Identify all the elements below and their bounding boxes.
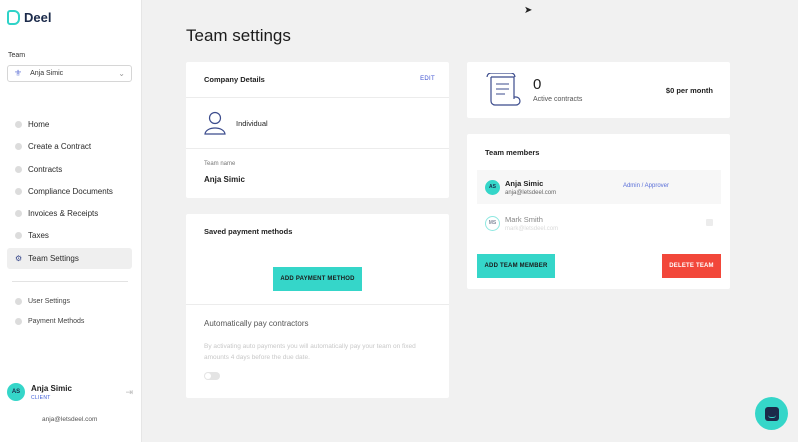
add-team-member-button[interactable]: ADD TEAM MEMBER: [477, 254, 555, 278]
edit-link[interactable]: EDIT: [420, 76, 435, 82]
sidebar-item-label: User Settings: [28, 298, 71, 305]
user-name: Anja Simic: [31, 383, 72, 393]
sidebar-divider: [12, 281, 128, 282]
active-contracts-card: 0 Active contracts $0 per month: [467, 62, 730, 118]
company-details-card: Company Details EDIT Individual Team nam…: [186, 62, 449, 198]
auto-pay-label: Automatically pay contractors: [204, 319, 309, 328]
member-role[interactable]: Admin / Approver: [623, 183, 669, 189]
sidebar-item-user-settings[interactable]: User Settings: [7, 292, 132, 311]
team-flag-icon: ⚜: [14, 68, 23, 78]
delete-team-button[interactable]: DELETE TEAM: [662, 254, 721, 278]
sidebar-item-label: Team Settings: [28, 253, 79, 263]
page-title: Team settings: [186, 26, 291, 45]
chat-support-button[interactable]: [755, 397, 788, 430]
checkbox[interactable]: [706, 219, 713, 226]
team-members-heading: Team members: [485, 148, 540, 157]
sidebar-item-taxes[interactable]: Taxes: [7, 225, 132, 246]
pen-icon: [15, 187, 22, 195]
user-email: anja@letsdeel.com: [42, 416, 98, 423]
sidebar-item-home[interactable]: Home: [7, 114, 132, 135]
sidebar-item-label: Invoices & Receipts: [28, 209, 99, 219]
plus-icon: [15, 143, 22, 151]
divider: [186, 148, 449, 149]
sidebar-item-label: Create a Contract: [28, 142, 92, 152]
list-item[interactable]: AS Anja Simic anja@letsdeel.com Admin / …: [477, 170, 721, 204]
deel-logo[interactable]: Deel: [7, 10, 51, 25]
sidebar-item-label: Home: [28, 120, 50, 129]
sidebar-item-label: Payment Methods: [28, 318, 85, 326]
team-name-value: Anja Simic: [204, 175, 245, 184]
taxes-icon: [15, 232, 22, 240]
card-icon: [15, 318, 22, 326]
gear-icon: ⚙: [15, 253, 23, 263]
team-label: Team: [8, 52, 26, 59]
monthly-amount: $0 per month: [665, 86, 713, 95]
sidebar-item-invoices[interactable]: Invoices & Receipts: [7, 203, 132, 224]
home-icon: [15, 121, 22, 128]
company-type: Individual: [236, 119, 268, 128]
user-icon: [15, 298, 22, 305]
payment-methods-card: Saved payment methods ADD PAYMENT METHOD…: [186, 214, 449, 398]
list-item[interactable]: MS Mark Smith mark@letsdeel.com: [477, 206, 721, 240]
sidebar-item-contracts[interactable]: Contracts: [7, 159, 132, 180]
scroll-icon: [486, 73, 521, 106]
user-role: CLIENT: [31, 394, 51, 401]
sidebar-item-label: Compliance Documents: [28, 186, 113, 196]
member-name: Mark Smith: [505, 214, 543, 224]
sidebar-item-label: Contracts: [28, 164, 63, 174]
sidebar-secondary-nav: User Settings Payment Methods: [7, 292, 132, 333]
brand-name: Deel: [24, 10, 52, 25]
active-contracts-label: Active contracts: [533, 96, 583, 103]
sidebar: Deel Team ⚜ Anja Simic ⌄ Home Create a C…: [0, 0, 142, 442]
person-icon: [204, 111, 226, 135]
member-name: Anja Simic: [505, 178, 544, 188]
avatar: MS: [485, 215, 500, 231]
sidebar-item-label: Taxes: [28, 231, 49, 241]
mouse-cursor-icon: ➤: [524, 5, 533, 16]
divider: [186, 97, 449, 98]
logout-icon[interactable]: ⇥: [125, 387, 133, 398]
document-icon: [15, 165, 22, 173]
team-select-value: Anja Simic: [30, 70, 64, 77]
deel-logo-icon: [7, 10, 20, 25]
company-details-heading: Company Details: [204, 75, 265, 84]
member-email: mark@letsdeel.com: [505, 225, 559, 232]
user-profile[interactable]: AS Anja Simic CLIENT ⇥: [7, 380, 133, 404]
team-select[interactable]: ⚜ Anja Simic ⌄: [7, 65, 132, 82]
chevron-down-icon: ⌄: [118, 69, 125, 78]
sidebar-nav: Home Create a Contract Contracts Complia…: [7, 114, 132, 270]
team-members-card: Team members AS Anja Simic anja@letsdeel…: [467, 134, 730, 289]
avatar: AS: [485, 179, 500, 195]
invoice-icon: [15, 210, 22, 218]
chat-icon: [764, 406, 779, 421]
add-payment-method-button[interactable]: ADD PAYMENT METHOD: [273, 267, 362, 291]
auto-pay-toggle[interactable]: [204, 372, 220, 380]
member-email: anja@letsdeel.com: [505, 189, 557, 196]
sidebar-item-team-settings[interactable]: ⚙ Team Settings: [7, 247, 132, 269]
sidebar-item-create-contract[interactable]: Create a Contract: [7, 136, 132, 157]
sidebar-item-payment-methods[interactable]: Payment Methods: [7, 312, 132, 331]
payment-methods-heading: Saved payment methods: [204, 227, 293, 236]
avatar: AS: [7, 383, 25, 401]
sidebar-item-compliance[interactable]: Compliance Documents: [7, 181, 132, 202]
team-name-label: Team name: [204, 161, 236, 167]
auto-pay-description: By activating auto payments you will aut…: [204, 343, 416, 361]
active-contracts-count: 0: [533, 76, 542, 93]
divider: [186, 304, 449, 305]
